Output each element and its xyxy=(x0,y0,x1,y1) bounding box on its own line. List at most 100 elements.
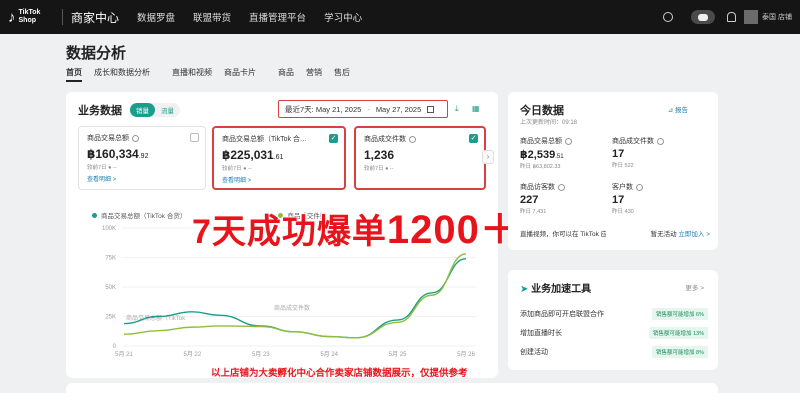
chevron-right-icon[interactable]: › xyxy=(482,150,494,164)
chart-annotation: 商品成交件数 xyxy=(274,304,310,312)
sub-tabs: 首页 成长和数据分析 直播和视频 商品卡片 商品 营销 售后 xyxy=(66,67,362,82)
store-name[interactable]: 泰国 店铺 xyxy=(762,12,792,22)
metric-details-link[interactable]: 查看明细 > xyxy=(222,175,336,184)
promo-text: 7天成功爆单 xyxy=(191,212,387,252)
today-label: 商品交易总额 xyxy=(520,138,562,145)
business-tools-card: ➤ 业务加速工具 更多 > 添加商品即可开启联盟合作 销售额可能增加 6% 增加… xyxy=(508,270,718,370)
y-tick-label: 100K xyxy=(102,226,116,232)
metric-details-link[interactable]: 查看明细 > xyxy=(87,174,197,183)
chat-icon[interactable] xyxy=(691,10,716,24)
metric-value: 1,236 xyxy=(364,148,395,162)
series-line-1 xyxy=(123,253,467,339)
x-tick-label: 5月 21 xyxy=(115,351,133,358)
x-tick-label: 5月 25 xyxy=(389,351,407,358)
tool-row[interactable]: 增加直播时长 销售额可能增加 13% xyxy=(520,327,708,339)
download-icon[interactable]: ⤓ xyxy=(455,104,459,114)
tool-label: 创建活动 xyxy=(520,349,548,356)
today-value: 17 xyxy=(612,194,625,206)
nav-item-learning[interactable]: 学习中心 xyxy=(324,10,362,24)
today-cell-customers: 客户数 17 昨日 430 xyxy=(612,182,702,215)
tools-title: ➤ 业务加速工具 xyxy=(520,280,591,295)
help-icon[interactable] xyxy=(558,183,565,191)
table-icon[interactable]: ▦ xyxy=(472,104,480,113)
metric-card-items-sold[interactable]: 商品成交件数 ✓ 1,236 较前7日 ● -- xyxy=(354,126,486,190)
today-decimal: .51 xyxy=(555,154,564,160)
today-yesterday: 昨日 ฿63,802.33 xyxy=(520,164,561,170)
metric-label: 商品成交件数 xyxy=(364,136,406,143)
today-yesterday: 昨日 7,431 xyxy=(520,209,547,215)
promo-overlay-text: 7天成功爆单1200＋ xyxy=(191,197,521,255)
today-yesterday: 昨日 430 xyxy=(612,209,634,215)
metric-compare: 较前7日 ● -- xyxy=(87,165,117,171)
today-value: 17 xyxy=(612,148,625,160)
help-icon[interactable] xyxy=(636,183,643,191)
rocket-icon: ➤ xyxy=(520,284,529,295)
tab-products[interactable]: 商品 xyxy=(278,67,294,82)
metric-compare: 较前7日 ● -- xyxy=(222,166,252,172)
search-icon[interactable] xyxy=(663,12,674,22)
business-data-title: 业务数据 xyxy=(78,105,122,117)
disclaimer-caption: 以上店铺为大卖孵化中心合作卖家店铺数据展示，仅提供参考 xyxy=(211,368,468,379)
today-cell-gmv: 商品交易总额 ฿2,539.51 昨日 ฿63,802.33 xyxy=(520,136,610,170)
metric-checkbox[interactable] xyxy=(190,133,199,142)
nav-item-live[interactable]: 直播管理平台 xyxy=(249,10,306,24)
tab-home[interactable]: 首页 xyxy=(66,67,82,82)
tool-row[interactable]: 创建活动 销售额可能增加 8% xyxy=(520,346,708,358)
help-icon[interactable] xyxy=(657,137,664,145)
promo-number: 1200＋ xyxy=(386,207,521,253)
tab-growth[interactable]: 成长和数据分析 xyxy=(94,67,150,82)
help-icon[interactable] xyxy=(409,135,416,143)
tab-product-card[interactable]: 商品卡片 xyxy=(224,67,256,82)
metric-decimal: .92 xyxy=(138,153,149,160)
last-updated: 上次更新时间：09:18 xyxy=(520,120,578,126)
x-tick-label: 5月 23 xyxy=(252,351,270,358)
join-link[interactable]: 立即加入 > xyxy=(678,231,710,238)
toggle-traffic[interactable]: 流量 xyxy=(155,103,180,117)
today-cell-items: 商品成交件数 17 昨日 522 xyxy=(612,136,702,169)
metric-checkbox-checked[interactable]: ✓ xyxy=(329,134,338,143)
calendar-icon xyxy=(427,105,435,113)
report-link[interactable]: ⊿ 报告 xyxy=(668,104,688,114)
y-tick-label: 25K xyxy=(105,315,116,321)
logo-line2: Shop xyxy=(18,17,37,24)
metric-label: 商品交易总额 xyxy=(87,135,129,142)
page-title: 数据分析 xyxy=(66,45,127,62)
bell-icon[interactable] xyxy=(727,12,737,22)
today-cell-visitors: 商品访客数 227 昨日 7,431 xyxy=(520,182,610,215)
tab-live-video[interactable]: 直播和视频 xyxy=(172,67,212,82)
metric-card-gmv[interactable]: 商品交易总额 ฿160,334.92 较前7日 ● -- 查看明细 > xyxy=(78,126,206,190)
nav-item-affiliate[interactable]: 联盟带货 xyxy=(193,10,231,24)
y-tick-label: 50K xyxy=(105,285,116,291)
more-link[interactable]: 更多 > xyxy=(685,282,704,292)
metric-card-gmv-tiktok[interactable]: 商品交易总额（TikTok 合… ✓ ฿225,031.61 较前7日 ● --… xyxy=(212,126,346,190)
series-line-0 xyxy=(123,257,467,339)
help-icon[interactable] xyxy=(132,134,139,142)
y-tick-label: 75K xyxy=(105,256,116,262)
logo-line1: TikTok xyxy=(18,9,41,16)
tab-after-sales[interactable]: 售后 xyxy=(334,67,350,82)
today-title: 今日数据 xyxy=(520,105,564,117)
metric-decimal: .61 xyxy=(273,154,284,161)
avatar[interactable] xyxy=(744,10,759,24)
live-row: 直播视频，你可以在 TikTok 应用中创建直播... 暂无活动 立即加入 > xyxy=(520,228,710,238)
metric-compare: 较前7日 ● -- xyxy=(364,166,394,172)
today-data-card: 今日数据 上次更新时间：09:18 ⊿ 报告 商品交易总额 ฿2,539.51 … xyxy=(508,92,718,250)
x-tick-label: 5月 22 xyxy=(184,351,202,358)
date-range-picker[interactable]: 最近7天: May 21, 2025 - May 27, 2025 xyxy=(278,100,448,118)
chart-series xyxy=(123,253,467,339)
metric-value: ฿160,334 xyxy=(87,147,139,161)
tiktok-shop-logo[interactable]: ♪ TikTok Shop xyxy=(8,9,60,26)
divider xyxy=(62,9,63,25)
today-label: 客户数 xyxy=(612,184,633,191)
help-icon[interactable] xyxy=(565,137,572,145)
today-label: 商品访客数 xyxy=(520,184,555,191)
portal-title[interactable]: 商家中心 xyxy=(71,9,119,26)
tool-row[interactable]: 添加商品即可开启联盟合作 销售额可能增加 6% xyxy=(520,308,708,320)
tool-label: 增加直播时长 xyxy=(520,330,562,337)
x-axis-ticks: 5月 21 5月 22 5月 23 5月 24 5月 25 5月 26 xyxy=(115,351,475,358)
toggle-sales[interactable]: 销量 xyxy=(130,103,155,117)
tab-marketing[interactable]: 营销 xyxy=(306,67,322,82)
y-axis-ticks: 100K 75K 50K 25K 0 xyxy=(102,226,117,350)
metric-checkbox-checked[interactable]: ✓ xyxy=(469,134,478,143)
nav-item-compass[interactable]: 数据罗盘 xyxy=(137,10,175,24)
